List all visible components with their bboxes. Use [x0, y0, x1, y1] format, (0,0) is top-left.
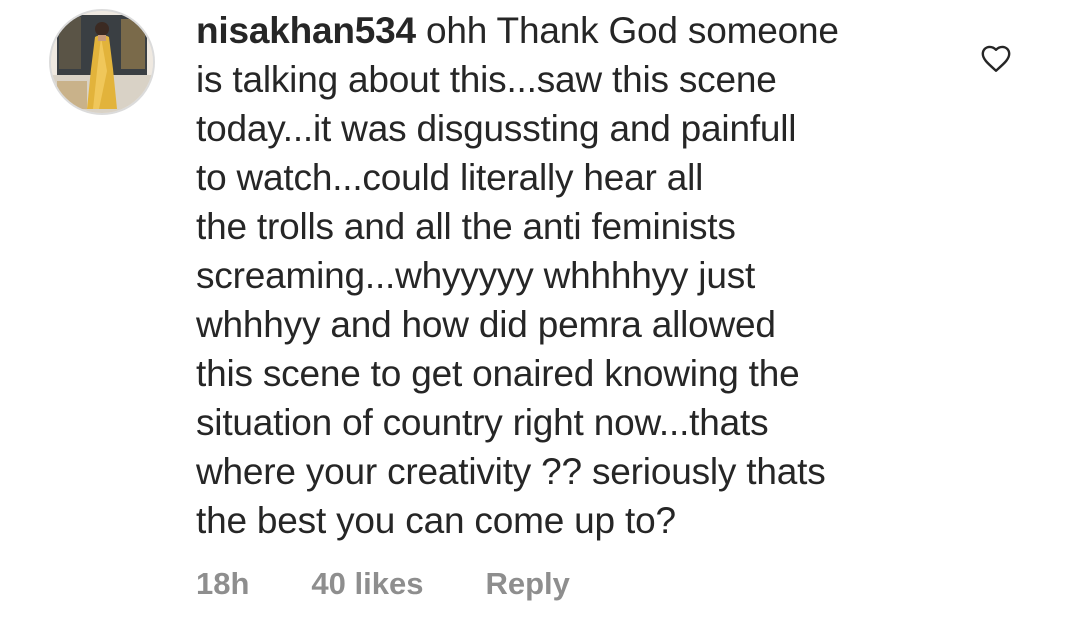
comment-body: nisakhan534 ohh Thank God someone is tal…: [196, 6, 936, 545]
like-button-heart-shape: [981, 45, 1011, 72]
reply-button[interactable]: Reply: [485, 566, 569, 602]
comment-text: ohh Thank God someone is talking about t…: [196, 10, 839, 541]
comment: nisakhan534 ohh Thank God someone is tal…: [0, 0, 1080, 626]
comment-timestamp[interactable]: 18h: [196, 566, 249, 602]
heart-outline-icon[interactable]: [978, 40, 1014, 76]
comment-username[interactable]: nisakhan534: [196, 10, 416, 51]
avatar-photo: [51, 11, 153, 113]
avatar[interactable]: [49, 9, 155, 115]
comment-likes-count[interactable]: 40 likes: [311, 566, 423, 602]
comment-meta: 18h 40 likes Reply: [196, 562, 570, 606]
